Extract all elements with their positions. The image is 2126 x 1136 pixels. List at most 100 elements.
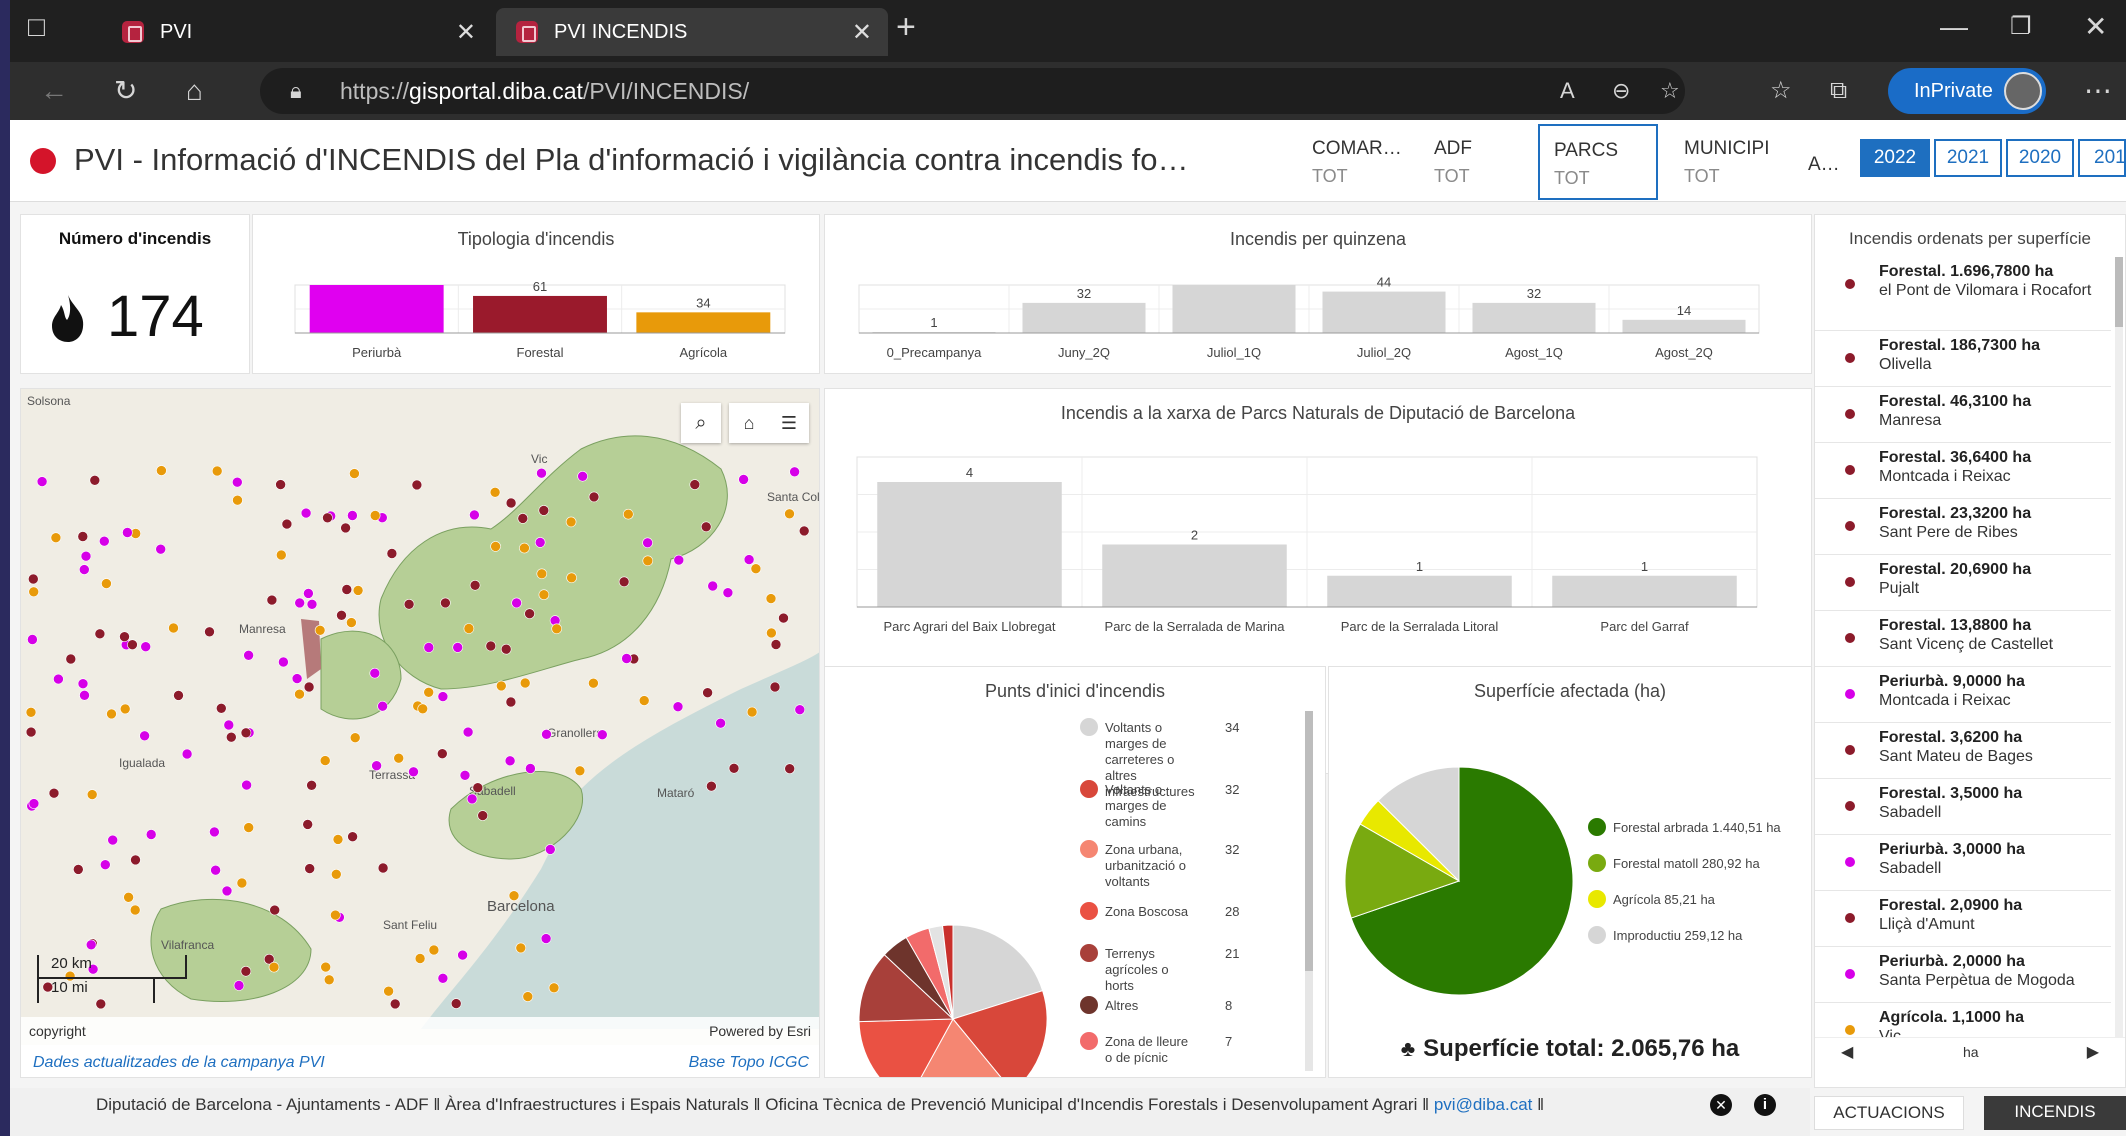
legend-swatch	[1588, 890, 1606, 908]
incendis-map[interactable]: SolsonaVicSanta ColomaManresaGranollersT…	[21, 389, 820, 1029]
legend-label: Improductiu 259,12 ha	[1613, 928, 1743, 943]
list-item[interactable]: Periurbà. 2,0000 ha Santa Perpètua de Mog…	[1815, 947, 2111, 1003]
layer-list-icon[interactable]: ☰	[769, 403, 809, 443]
year-button-2020[interactable]: 2020	[2006, 139, 2074, 177]
incendi-point	[99, 535, 110, 547]
footer-email-link[interactable]: pvi@diba.cat	[1434, 1095, 1533, 1114]
new-tab-icon[interactable]: +	[896, 0, 916, 56]
inprivate-button[interactable]: InPrivate	[1888, 68, 2046, 114]
list-item[interactable]: Forestal. 186,7300 ha Olivella	[1815, 331, 2111, 387]
incendi-point	[278, 656, 289, 668]
list-item[interactable]: Forestal. 20,6900 ha Pujalt	[1815, 555, 2111, 611]
incendi-point	[129, 904, 141, 916]
selector-municipi[interactable]: MUNICIPI TOT	[1670, 124, 1770, 200]
incendi-point	[80, 550, 92, 562]
list-item-place: el Pont de Vilomara i Rocafort	[1879, 282, 2092, 299]
home-icon[interactable]: ⌂	[186, 62, 203, 120]
list-item[interactable]: Forestal. 3,5000 ha Sabadell	[1815, 779, 2111, 835]
incendi-point	[642, 537, 653, 549]
incendi-point	[377, 862, 389, 874]
next-page-icon[interactable]: ▶	[2087, 1042, 2099, 1062]
scrollbar-thumb[interactable]	[1305, 711, 1313, 971]
incendi-dot-icon	[1845, 689, 1855, 699]
list-item[interactable]: Periurbà. 3,0000 ha Sabadell	[1815, 835, 2111, 891]
selector-parcs[interactable]: PARCS TOT	[1538, 124, 1658, 200]
selector-adf[interactable]: ADF TOT	[1420, 124, 1528, 200]
map-panel[interactable]: SolsonaVicSanta ColomaManresaGranollersT…	[20, 388, 820, 1078]
incendi-point	[519, 677, 531, 689]
incendi-point	[322, 512, 333, 524]
map-place-label: Vic	[531, 452, 547, 466]
data-label: 1	[930, 315, 937, 330]
refresh-icon[interactable]: ↻	[114, 62, 137, 120]
incendi-point	[100, 859, 111, 871]
maximize-icon[interactable]: ❐	[2010, 0, 2032, 56]
tab-incendis[interactable]: INCENDIS	[1984, 1096, 2126, 1130]
prev-page-icon[interactable]: ◀	[1841, 1042, 1853, 1062]
campaign-data-link[interactable]: Dades actualitzades de la campanya PVI	[33, 1054, 325, 1072]
list-item[interactable]: Periurbà. 9,0000 ha Montcada i Reixac	[1815, 667, 2111, 723]
selector-label: A…	[1808, 154, 1840, 175]
tab-actions-icon[interactable]: □	[28, 0, 45, 56]
legend-scrollbar[interactable]	[1305, 711, 1313, 1071]
list-item[interactable]: Forestal. 3,6200 ha Sant Mateu de Bages	[1815, 723, 2111, 779]
selector-more[interactable]: A…	[1794, 140, 1854, 216]
incendi-point	[789, 466, 800, 478]
url-field[interactable]: 🔒︎ https://gisportal.diba.cat/PVI/INCEND…	[260, 68, 1685, 114]
pager-label: ha	[1963, 1044, 1979, 1060]
legend-label: Zona de lleure	[1105, 1034, 1188, 1049]
list-item-head: Forestal. 13,8800 ha	[1879, 617, 2032, 634]
add-favorite-icon[interactable]: ☆	[1660, 68, 1680, 114]
favorites-icon[interactable]: ☆	[1770, 62, 1792, 120]
home-icon[interactable]: ⌂	[729, 403, 769, 443]
incendi-point	[106, 708, 117, 720]
selector-comarca[interactable]: COMAR… TOT	[1298, 124, 1406, 200]
browser-tab-pvi-incendis[interactable]: PVI INCENDIS ✕	[496, 8, 888, 56]
incendi-dot-icon	[1845, 745, 1855, 755]
scrollbar-thumb[interactable]	[2115, 257, 2123, 327]
selector-value: TOT	[1434, 166, 1470, 186]
year-button-2021[interactable]: 2021	[1934, 139, 2002, 177]
close-tab-icon[interactable]: ✕	[852, 18, 872, 47]
close-window-icon[interactable]: ✕	[2084, 0, 2107, 56]
incendi-dot-icon	[1845, 409, 1855, 419]
list-item[interactable]: Forestal. 13,8800 ha Sant Vicenç de Caste…	[1815, 611, 2111, 667]
minimize-icon[interactable]: —	[1940, 0, 1968, 56]
close-tab-icon[interactable]: ✕	[456, 18, 476, 47]
base-topo-link[interactable]: Base Topo ICGC	[689, 1054, 809, 1072]
tab-actuacions[interactable]: ACTUACIONS	[1814, 1096, 1964, 1130]
list-item[interactable]: Forestal. 36,6400 ha Montcada i Reixac	[1815, 443, 2111, 499]
category-label: Juliol_2Q	[1357, 345, 1411, 360]
profile-avatar[interactable]	[2004, 72, 2042, 110]
map-attribution: copyright Powered by Esri	[21, 1017, 819, 1045]
incendi-point	[769, 681, 781, 693]
close-icon[interactable]: ✕	[1710, 1094, 1732, 1116]
read-aloud-icon[interactable]: A	[1560, 68, 1575, 114]
incendi-point	[538, 505, 550, 516]
year-button-2019[interactable]: 201	[2078, 139, 2126, 177]
incendi-point	[294, 597, 306, 609]
lock-icon[interactable]: 🔒︎	[290, 68, 302, 114]
incendi-point	[347, 510, 358, 521]
incendi-point	[330, 868, 342, 880]
incendi-point	[25, 706, 37, 718]
indicator-title: Número d'incendis	[58, 229, 212, 248]
list-scrollbar[interactable]	[2115, 257, 2123, 1037]
info-icon[interactable]: i	[1754, 1094, 1776, 1116]
zoom-out-icon[interactable]: ⊖	[1612, 68, 1630, 114]
back-icon[interactable]: ←	[40, 62, 68, 120]
incendi-point	[72, 864, 84, 875]
browser-tab-pvi[interactable]: PVI ✕	[102, 8, 492, 56]
powered-by-esri[interactable]: Powered by Esri	[709, 1023, 811, 1039]
category-label: Juny_2Q	[1058, 345, 1110, 360]
search-icon[interactable]: ⌕	[681, 403, 721, 443]
incendi-dot-icon	[1845, 353, 1855, 363]
collections-icon[interactable]: ⧉	[1830, 62, 1847, 120]
year-button-2022[interactable]: 2022	[1860, 139, 1930, 177]
more-options-icon[interactable]: ⋯	[2084, 62, 2112, 120]
list-item[interactable]: Forestal. 23,3200 ha Sant Pere de Ribes	[1815, 499, 2111, 555]
list-item[interactable]: Forestal. 2,0900 ha Lliçà d'Amunt	[1815, 891, 2111, 947]
list-item[interactable]: Forestal. 1.696,7800 ha el Pont de Viloma…	[1815, 257, 2111, 331]
chart-bar	[1327, 575, 1512, 607]
list-item[interactable]: Forestal. 46,3100 ha Manresa	[1815, 387, 2111, 443]
